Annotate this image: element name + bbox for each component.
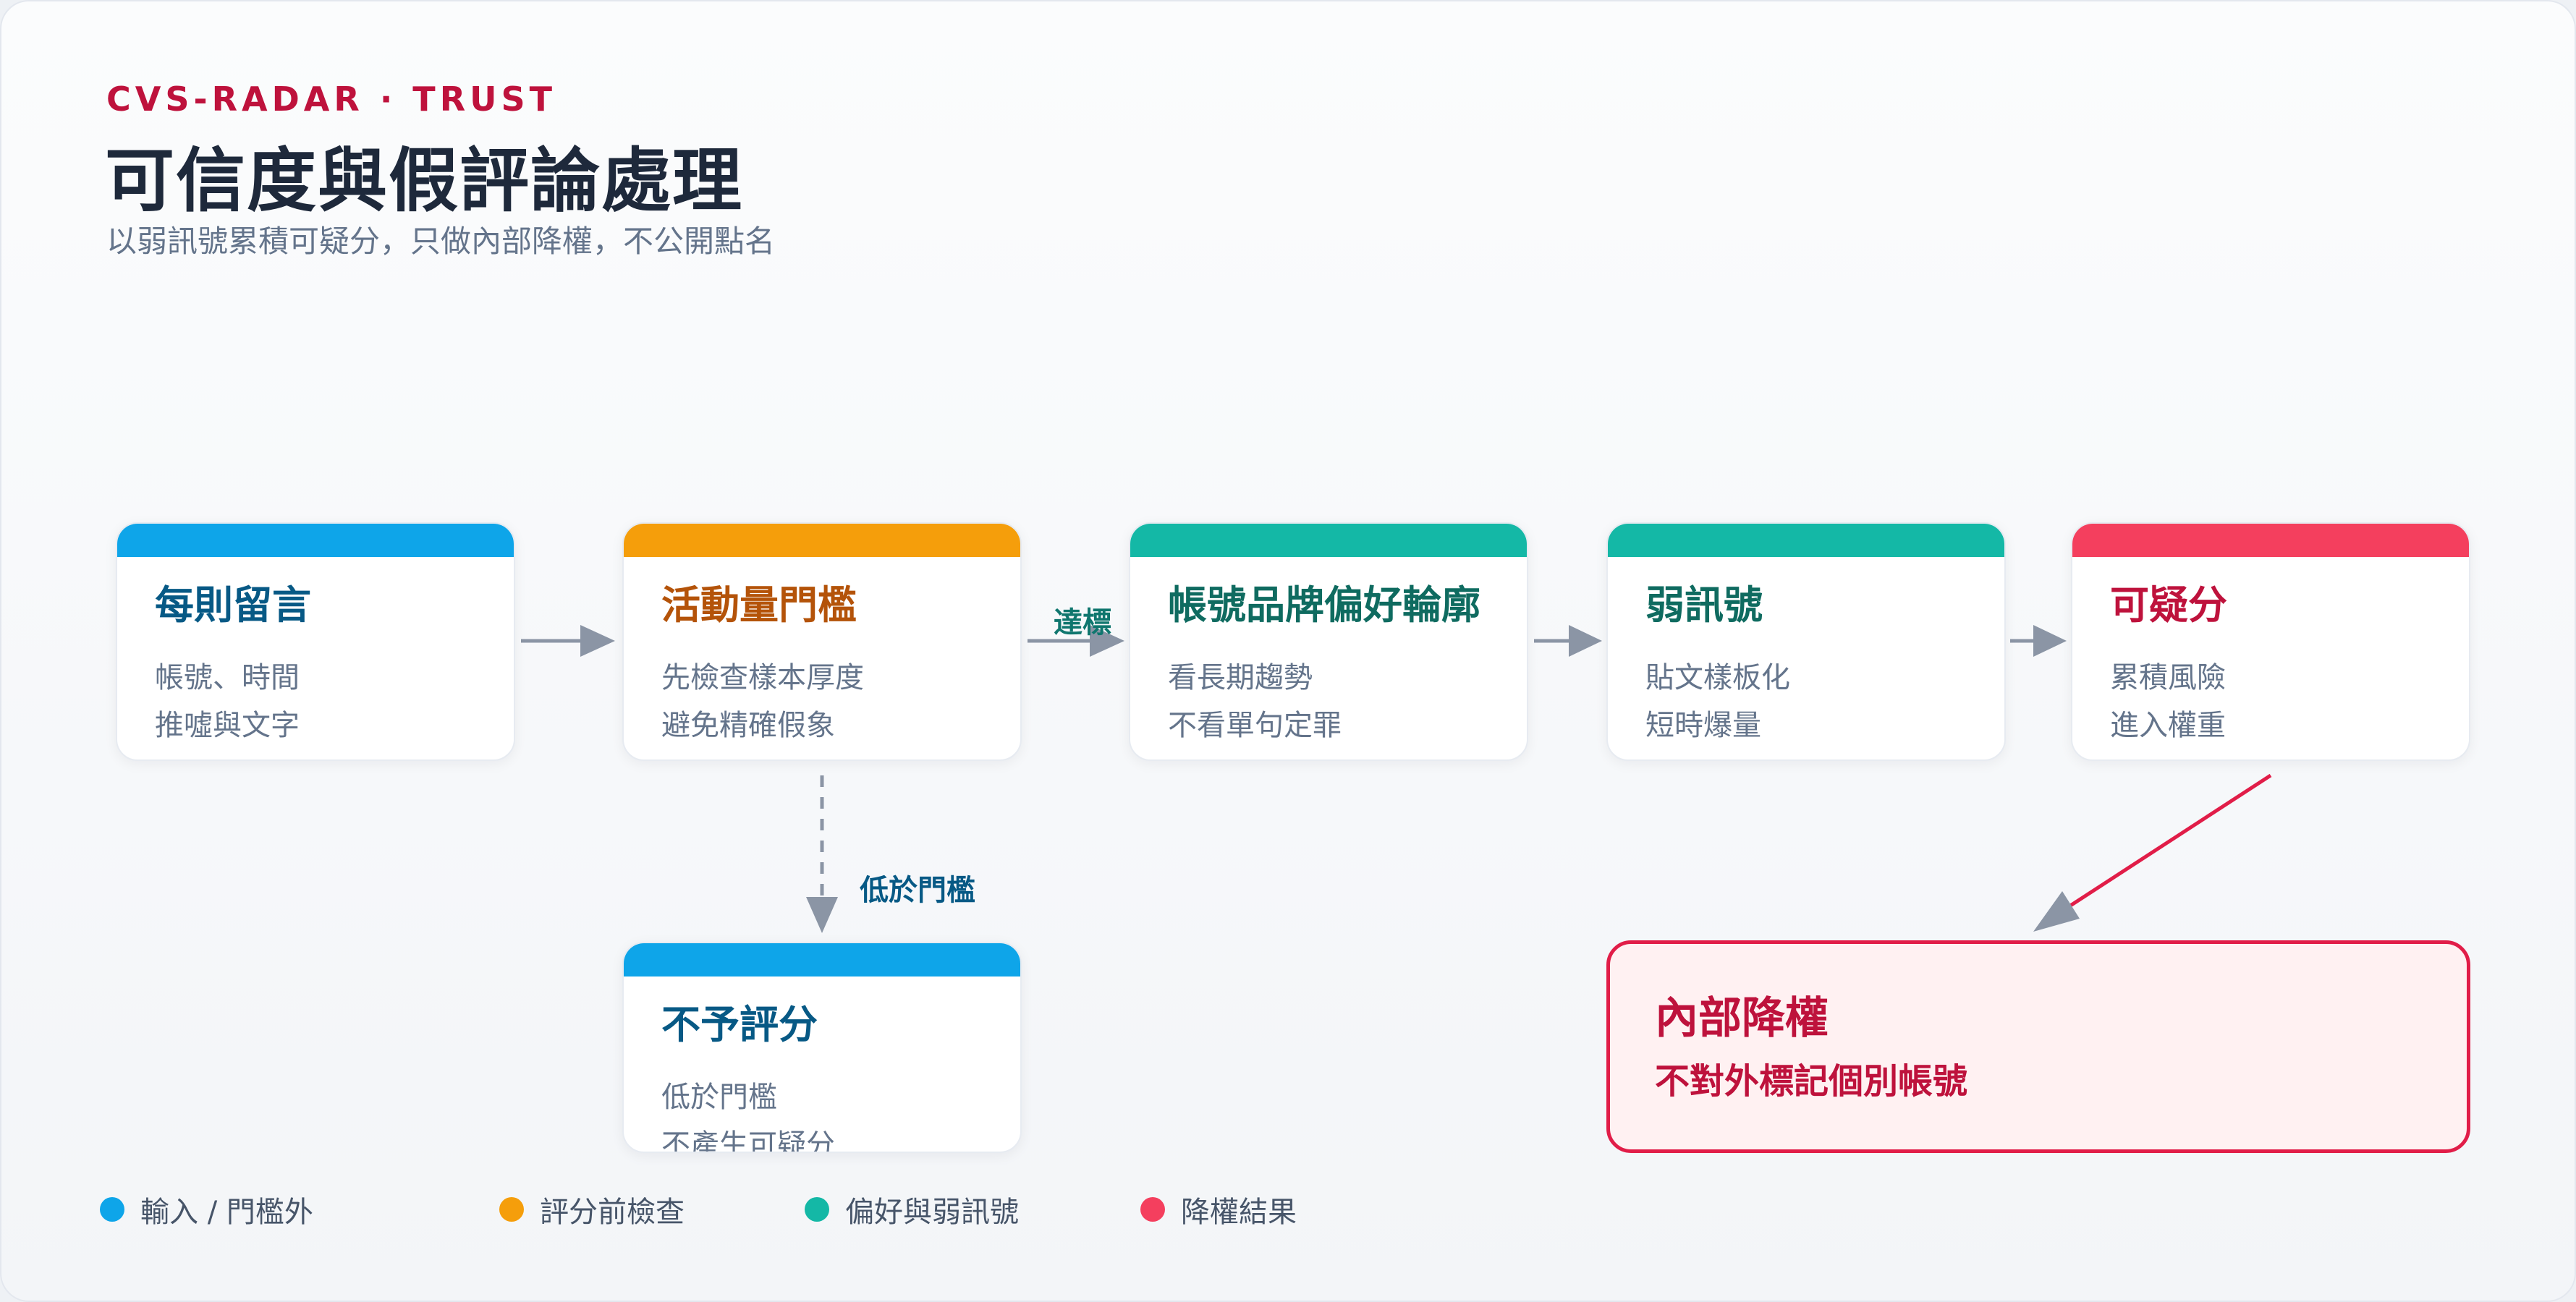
node-line: 短時爆量 xyxy=(1645,709,1761,742)
outcome-subtitle: 不對外標記個別帳號 xyxy=(1655,1061,1968,1102)
legend-item-downrank: 降權結果 xyxy=(1140,1189,1297,1230)
node-color-bar xyxy=(624,524,1020,557)
node-threshold: 活動量門檻 先檢查樣本厚度 避免精確假象 xyxy=(622,522,1022,761)
edge-label-below: 低於門檻 xyxy=(860,874,975,907)
node-color-bar xyxy=(1130,524,1527,557)
legend-label: 評分前檢查 xyxy=(540,1196,685,1229)
node-line: 累積風險 xyxy=(2110,661,2226,694)
node-line: 避免精確假象 xyxy=(661,709,835,742)
edge-suspicion-downrank-head xyxy=(2033,891,2080,932)
node-line: 不產生可疑分 xyxy=(661,1128,835,1153)
node-title: 活動量門檻 xyxy=(661,582,857,628)
legend-dot-icon xyxy=(499,1197,524,1222)
node-weak-signals: 弱訊號 貼文樣板化 短時爆量 xyxy=(1606,522,2006,761)
node-color-bar xyxy=(624,943,1020,977)
node-color-bar xyxy=(2072,524,2469,557)
node-title: 每則留言 xyxy=(155,582,311,628)
node-line: 推噓與文字 xyxy=(155,709,300,742)
node-internal-downrank: 內部降權 不對外標記個別帳號 xyxy=(1606,940,2470,1153)
legend-label: 輸入 / 門檻外 xyxy=(140,1196,313,1229)
edge-suspicion-downrank xyxy=(2062,773,2272,912)
legend-dot-icon xyxy=(100,1197,124,1222)
node-color-bar xyxy=(117,524,514,557)
node-color-bar xyxy=(1608,524,2004,557)
legend-label: 偏好與弱訊號 xyxy=(845,1196,1019,1229)
edge-comment-threshold-head xyxy=(580,625,615,657)
node-comment: 每則留言 帳號、時間 推噓與文字 xyxy=(116,522,515,761)
node-no-score: 不予評分 低於門檻 不產生可疑分 xyxy=(622,942,1022,1153)
edge-threshold-noscore-head xyxy=(806,897,838,933)
legend-item-input: 輸入 / 門檻外 xyxy=(100,1189,313,1230)
outcome-title: 內部降權 xyxy=(1655,993,1829,1044)
node-suspicion-score: 可疑分 累積風險 進入權重 xyxy=(2071,522,2470,761)
node-line: 帳號、時間 xyxy=(155,661,300,694)
diagram-canvas: CVS-RADAR · TRUST 可信度與假評論處理 以弱訊號累積可疑分，只做… xyxy=(0,0,2576,1302)
node-line: 看長期趨勢 xyxy=(1168,661,1313,694)
node-line: 不看單句定罪 xyxy=(1168,709,1342,742)
node-title: 不予評分 xyxy=(661,1002,818,1047)
node-line: 先檢查樣本厚度 xyxy=(661,661,864,694)
legend-dot-icon xyxy=(805,1197,829,1222)
node-title: 弱訊號 xyxy=(1645,582,1763,628)
node-line: 貼文樣板化 xyxy=(1645,661,1790,694)
legend-item-preference: 偏好與弱訊號 xyxy=(805,1189,1019,1230)
edge-profile-weak-head xyxy=(1569,625,1602,657)
node-profile: 帳號品牌偏好輪廓 看長期趨勢 不看單句定罪 xyxy=(1129,522,1528,761)
legend-label: 降權結果 xyxy=(1181,1196,1297,1229)
edge-weak-suspicion-head xyxy=(2033,625,2067,657)
node-title: 可疑分 xyxy=(2110,582,2227,628)
node-line: 低於門檻 xyxy=(661,1081,777,1114)
legend-item-precheck: 評分前檢查 xyxy=(499,1189,685,1230)
edge-label-pass: 達標 xyxy=(1054,606,1111,639)
node-line: 進入權重 xyxy=(2110,709,2226,742)
node-title: 帳號品牌偏好輪廓 xyxy=(1168,582,1480,628)
legend-dot-icon xyxy=(1140,1197,1165,1222)
